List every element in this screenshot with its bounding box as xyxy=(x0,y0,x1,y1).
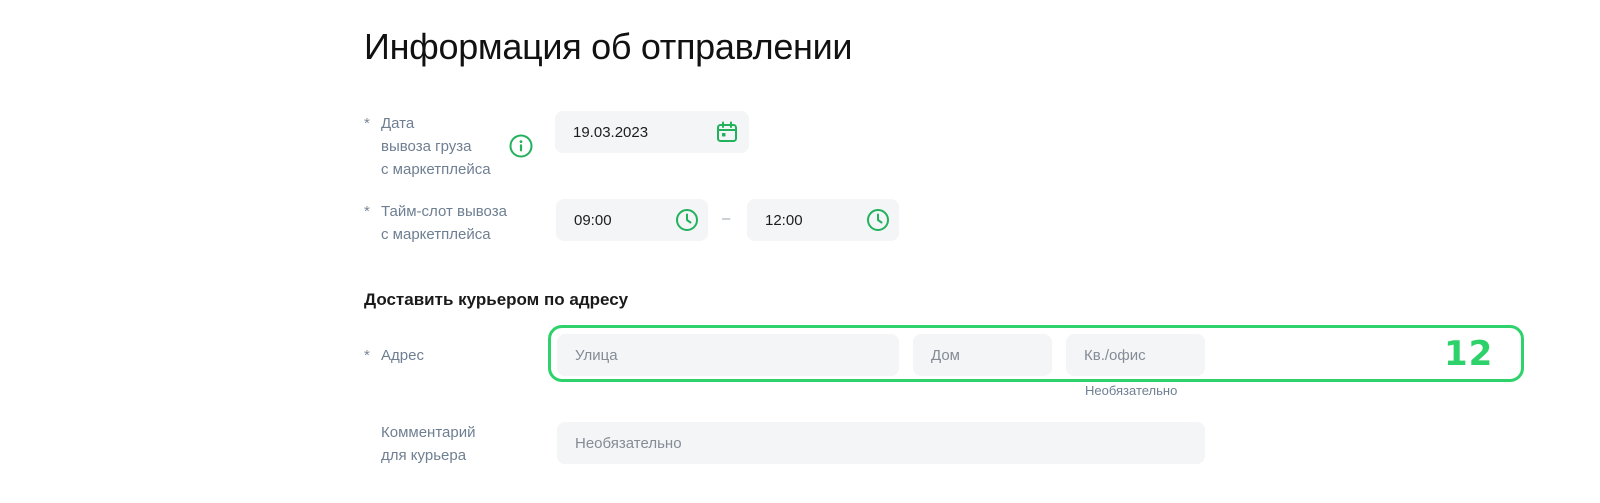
comment-label: Комментарий для курьера xyxy=(381,424,476,464)
apartment-optional-hint: Необязательно xyxy=(1085,383,1178,398)
required-mark: * xyxy=(364,347,370,364)
page-title: Информация об отправлении xyxy=(364,26,853,67)
time-to-value: 12:00 xyxy=(765,211,803,229)
time-from-value: 09:00 xyxy=(574,211,612,229)
address-highlight-frame xyxy=(548,325,1524,382)
calendar-icon[interactable] xyxy=(715,120,739,144)
time-from-field[interactable]: 09:00 xyxy=(556,199,708,241)
pickup-date-field[interactable]: 19.03.2023 xyxy=(555,111,749,153)
clock-icon[interactable] xyxy=(866,208,890,232)
pickup-date-value: 19.03.2023 xyxy=(573,123,649,141)
comment-field[interactable] xyxy=(557,422,1205,464)
time-to-field[interactable]: 12:00 xyxy=(747,199,899,241)
comment-input[interactable] xyxy=(557,422,1205,464)
pickup-date-label: Дата вывоза груза с маркетплейса xyxy=(381,115,491,178)
clock-icon[interactable] xyxy=(675,208,699,232)
time-slot-label: Тайм-слот вывоза с маркетплейса xyxy=(381,203,507,243)
address-label: Адрес xyxy=(381,347,424,364)
delivery-section-title: Доставить курьером по адресу xyxy=(364,290,629,309)
info-icon[interactable] xyxy=(509,134,533,158)
required-mark: * xyxy=(364,203,370,220)
form-panel: Информация об отправлении * Дата вывоза … xyxy=(0,0,1600,492)
time-separator: – xyxy=(722,210,731,227)
annotation-badge: 12 xyxy=(1444,334,1494,374)
required-mark: * xyxy=(364,115,370,132)
